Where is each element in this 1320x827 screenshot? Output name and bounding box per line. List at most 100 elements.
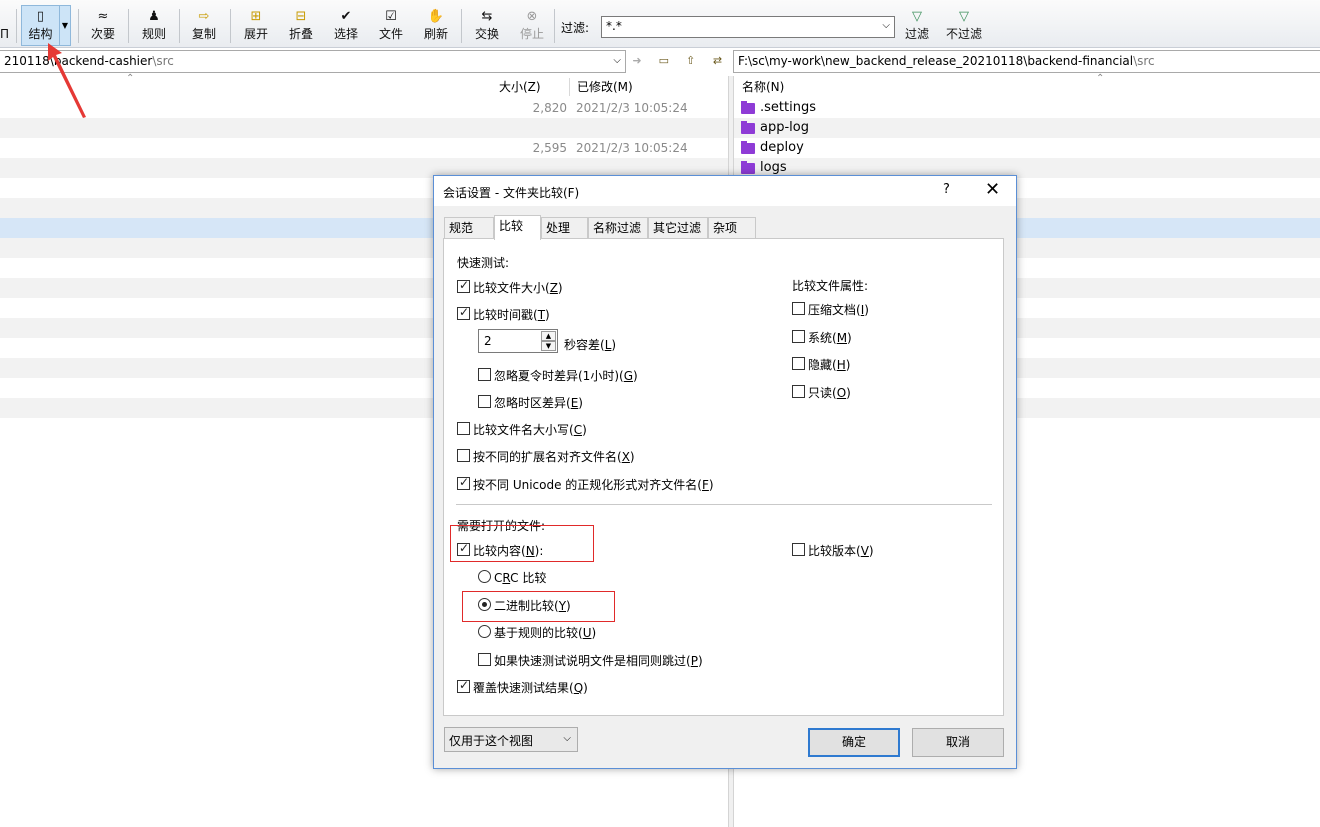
tab-compare[interactable]: 比较 [494, 215, 541, 240]
ignore-timezone-checkbox[interactable] [478, 395, 491, 408]
override-quick-test-checkbox[interactable] [457, 678, 470, 693]
column-header-size[interactable]: 大小(Z) [499, 76, 541, 98]
swap-icon: ⇆ [481, 9, 493, 24]
stepper-up-icon[interactable]: ▲ [541, 331, 556, 341]
tab-misc[interactable]: 杂项 [708, 217, 756, 239]
minor-icon: ≈ [97, 9, 109, 24]
filter-label: 过滤: [561, 21, 590, 35]
compare-case-label: 比较文件名大小写(C) [473, 423, 587, 437]
chevron-down-icon: ⌵ [563, 733, 571, 744]
attr-readonly-checkbox[interactable] [792, 385, 805, 398]
compare-content-checkbox[interactable] [457, 541, 470, 556]
minor-button[interactable]: ≈ 次要 [86, 6, 120, 46]
ok-button[interactable]: 确定 [808, 728, 900, 757]
folder-row[interactable]: deploy [734, 138, 1320, 158]
scope-select[interactable]: 仅用于这个视图 ⌵ [444, 727, 578, 752]
filter-icon: ▽ [912, 9, 922, 24]
no-filter-icon: ▽ [959, 9, 969, 24]
rules-based-compare-radio[interactable] [478, 625, 491, 638]
folder-sync-icon[interactable]: ⇄ [707, 52, 727, 70]
toolbar-separator [230, 9, 231, 43]
compare-size-checkbox[interactable] [457, 278, 470, 293]
tab-name-filter[interactable]: 名称过滤 [588, 217, 648, 239]
refresh-icon: ✋ [427, 9, 445, 24]
help-button[interactable]: ? [943, 182, 950, 197]
toolbar: П ▯ 结构 ▼ ≈ 次要 ♟ 规则 ⇨ 复制 ⊞ 展开 ⊟ 折叠 ✔ 选择 ☑… [0, 0, 1320, 48]
folder-row[interactable]: .settings [734, 98, 1320, 118]
compare-version-checkbox[interactable] [792, 543, 805, 556]
tab-handling[interactable]: 处理 [541, 217, 588, 239]
no-filter-button[interactable]: ▽ 不过滤 [943, 6, 985, 46]
filter-button[interactable]: ▽ 过滤 [900, 6, 934, 46]
crc-compare-radio[interactable] [478, 570, 491, 583]
swap-button[interactable]: ⇆ 交换 [470, 6, 504, 46]
align-extension-label: 按不同的扩展名对齐文件名(X) [473, 450, 635, 464]
binary-compare-label: 二进制比较(Y) [494, 599, 571, 613]
file-button[interactable]: ☑ 文件 [374, 6, 408, 46]
forward-arrow-icon[interactable]: ➜ [627, 52, 647, 70]
stop-button[interactable]: ⊗ 停止 [515, 6, 549, 46]
toolbar-separator [128, 9, 129, 43]
ignore-timezone-label: 忽略时区差异(E) [494, 396, 583, 410]
right-path-field[interactable]: F:\sc\my-work\new_backend_release_202101… [733, 50, 1320, 73]
stepper-down-icon[interactable]: ▼ [541, 341, 556, 351]
filter-value: *.* [606, 19, 622, 33]
collapse-icon: ⊟ [295, 9, 307, 24]
tab-spec[interactable]: 规范 [444, 217, 494, 239]
tolerance-stepper[interactable]: 2 ▲ ▼ [478, 329, 558, 353]
right-path-main: F:\sc\my-work\new_backend_release_202101… [738, 54, 1134, 68]
left-path-field[interactable]: 210118\backend-cashier\src ⌵ [0, 50, 626, 73]
toolbar-separator [461, 9, 462, 43]
folder-row[interactable]: app-log [734, 118, 1320, 138]
cancel-button[interactable]: 取消 [912, 728, 1004, 757]
chevron-down-icon: ⌵ [882, 20, 890, 31]
filter-combobox[interactable]: *.* ⌵ [601, 16, 895, 38]
chevron-down-icon[interactable]: ⌵ [613, 55, 621, 66]
folder-icon [741, 101, 755, 114]
column-header-modified[interactable]: 已修改(M) [577, 76, 633, 98]
folder-up-icon[interactable]: ⇧ [681, 52, 701, 70]
table-row[interactable] [0, 118, 728, 138]
compare-tab-panel: 快速测试: 比较文件大小(Z) 比较时间戳(T) 2 ▲ ▼ 秒容差(L) 忽略… [443, 238, 1004, 716]
expand-button[interactable]: ⊞ 展开 [239, 6, 273, 46]
left-path-suffix: \src [152, 54, 174, 68]
skip-if-same-checkbox[interactable] [478, 653, 491, 666]
rules-icon: ♟ [148, 9, 160, 24]
attributes-heading: 比较文件属性: [792, 279, 869, 293]
column-header-name[interactable]: 名称(N) [742, 76, 784, 98]
collapse-button[interactable]: ⊟ 折叠 [284, 6, 318, 46]
compare-case-checkbox[interactable] [457, 422, 470, 435]
dialog-title-bar: 会话设置 - 文件夹比较(F) ? ✕ [434, 176, 1016, 206]
attr-readonly-label: 只读(O) [808, 386, 851, 400]
copy-button[interactable]: ⇨ 复制 [187, 6, 221, 46]
ignore-dst-checkbox[interactable] [478, 368, 491, 381]
binary-compare-radio[interactable] [478, 598, 491, 611]
rules-button[interactable]: ♟ 规则 [137, 6, 171, 46]
attr-archive-label: 压缩文档(I) [808, 303, 869, 317]
toolbar-separator [78, 9, 79, 43]
folder-open-icon[interactable]: ▭ [654, 52, 674, 70]
attr-hidden-checkbox[interactable] [792, 357, 805, 370]
app-window: { "toolbar": { "items": [ {"label": "结构"… [0, 0, 1320, 827]
select-button[interactable]: ✔ 选择 [329, 6, 363, 46]
path-toolbar: ➜ ▭ ⇧ ⇄ [627, 52, 730, 72]
attr-system-checkbox[interactable] [792, 330, 805, 343]
table-row[interactable]: 2,820 2021/2/3 10:05:24 [0, 98, 728, 118]
skip-if-same-label: 如果快速测试说明文件是相同则跳过(P) [494, 654, 703, 668]
tab-other-filter[interactable]: 其它过滤 [648, 217, 708, 239]
expand-icon: ⊞ [250, 9, 262, 24]
sort-indicator-icon: ⌃ [126, 73, 135, 84]
refresh-button[interactable]: ✋ 刷新 [419, 6, 453, 46]
attr-archive-checkbox[interactable] [792, 302, 805, 315]
toolbar-cut-off-button[interactable]: П [0, 6, 9, 46]
compare-time-checkbox[interactable] [457, 305, 470, 320]
align-unicode-checkbox[interactable] [457, 475, 470, 490]
align-extension-checkbox[interactable] [457, 449, 470, 462]
scope-select-value: 仅用于这个视图 [449, 734, 534, 748]
close-icon[interactable]: ✕ [985, 179, 1000, 200]
ignore-dst-label: 忽略夏令时差异(1小时)(G) [494, 369, 638, 383]
table-row[interactable]: 2,595 2021/2/3 10:05:24 [0, 138, 728, 158]
copy-icon: ⇨ [198, 9, 210, 24]
folder-icon [741, 121, 755, 134]
attr-system-label: 系统(M) [808, 331, 852, 345]
